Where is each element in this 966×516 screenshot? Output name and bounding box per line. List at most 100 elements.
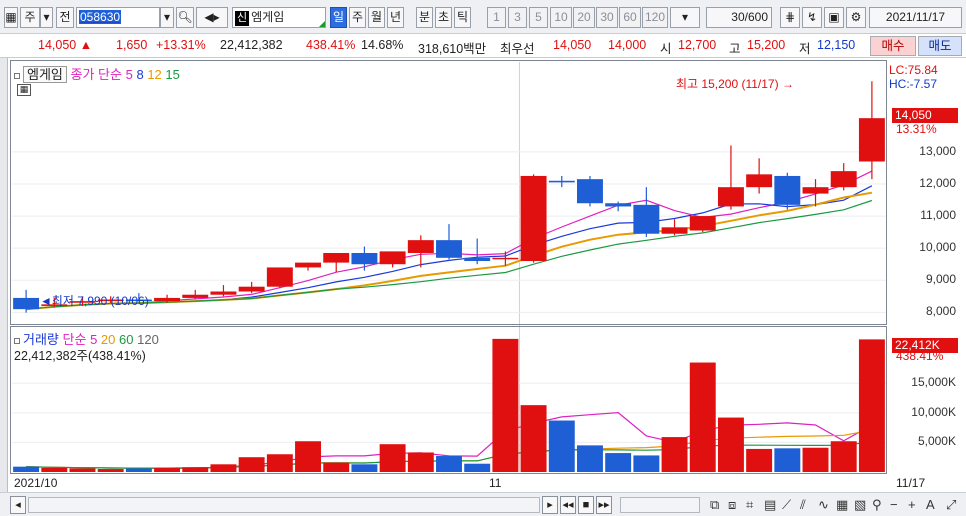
layout-icon[interactable]: ▦ [4,7,18,28]
draw-icon[interactable]: ↯ [802,7,822,28]
legend-box-icon [14,337,20,344]
zoom-slider[interactable] [620,497,700,513]
zoom-in-icon[interactable]: + [908,497,916,512]
copy-icon[interactable]: ⧈ [728,497,736,513]
search-icon[interactable]: 🔍︎ [176,7,194,28]
font-size-icon[interactable]: A [926,497,935,512]
count-total: /600 [744,10,768,24]
price-ma-8: 8 [136,67,144,82]
tab-minute[interactable]: 분 [416,7,433,28]
current-price-tag: 14,050 [892,108,958,123]
right-arrow-icon: → [781,77,794,91]
minute-30[interactable]: 30 [596,7,618,28]
sell-button[interactable]: 매도 [918,36,962,56]
zoom-out-icon[interactable]: − [890,497,898,512]
chart-size-icon[interactable]: ⤢ [946,497,956,513]
tab-tick[interactable]: 틱 [454,7,471,28]
current-volume-pct: 438.41% [896,349,944,363]
image-icon[interactable]: ▧ [854,497,866,513]
x-label-end: 11/17 [896,476,926,490]
count-value: 30 [731,10,745,24]
minute-60[interactable]: 60 [619,7,641,28]
grid-icon[interactable]: ▦ [836,497,848,513]
horizontal-scrollbar[interactable] [28,497,540,513]
stepper-icon[interactable]: ◀▸ [196,7,228,28]
high-price: 15,200 [747,38,786,52]
low-label: 저 [799,42,811,56]
minute-20[interactable]: 20 [573,7,595,28]
print-icon[interactable]: ▤ [764,497,776,513]
wave-icon[interactable]: ∿ [818,497,829,513]
minute-120[interactable]: 120 [642,7,668,28]
price-tick-label: 8,000 [925,304,956,319]
price-ma-12: 12 [147,67,162,82]
corner-marker-icon [319,21,325,27]
date-input[interactable]: 2021/11/17 [869,7,962,28]
minute-5[interactable]: 5 [529,7,548,28]
buy-button[interactable]: 매수 [870,36,916,56]
volume-tick-label: 10,000K [911,404,956,419]
play-icon[interactable]: ▸ [542,496,558,514]
price-ma-label: 종가 단순 [70,67,122,82]
indicator-icon[interactable]: ⋕ [780,7,800,28]
tab-daily[interactable]: 일 [330,7,347,28]
stop-icon[interactable]: ■ [578,496,594,514]
price-tick-label: 11,000 [920,208,956,223]
open-price: 12,700 [678,38,717,52]
save-icon[interactable]: ▣ [824,7,844,28]
x-label-mid: 11 [489,476,502,490]
volume-ratio: 438.41% [306,38,356,52]
scroll-left-icon[interactable]: ◂ [10,496,26,514]
price-legend-name[interactable]: 엠게임 [23,66,67,83]
price-tick-label: 9,000 [925,272,956,287]
type-select[interactable]: 주 [20,7,40,28]
tab-yearly[interactable]: 년 [387,7,404,28]
volume-tick-label: 5,000K [917,434,956,449]
price-change-pct: +13.31% [156,38,206,52]
legend-box-icon [14,72,20,79]
gear-icon[interactable]: ⚙ [846,7,866,28]
current-price-pct: 13.31% [896,122,937,136]
code-dropdown-icon[interactable]: ▾ [160,7,174,28]
trend-icon[interactable]: ⟋ [782,497,791,513]
stock-code-value: 058630 [79,10,122,24]
stock-code-input[interactable]: 058630 [76,7,160,28]
crosshair-icon[interactable]: ⌗ [746,497,753,513]
tab-monthly[interactable]: 월 [368,7,385,28]
minute-10[interactable]: 10 [550,7,572,28]
low-annotation: ◄최저 7,990 (10/06) [40,294,149,308]
hc-label: HC:-7.57 [889,77,938,91]
price-tick-label: 13,000 [919,143,956,158]
chevron-down-icon[interactable]: ▾ [40,7,53,28]
best-label: 최우선 [500,42,535,56]
stock-name-field: 신 엠게임 [232,7,326,28]
prefix-button[interactable]: 전 [56,7,74,28]
minute-1[interactable]: 1 [487,7,506,28]
turnover-rate: 14.68% [361,38,404,52]
price-tick-label: 12,000 [919,175,956,190]
count-input[interactable]: 30/600 [706,7,772,28]
volume-tick-label: 15,000K [911,375,956,390]
table-icon[interactable]: ▦ [17,84,31,96]
x-label-start: 2021/10 [14,476,58,490]
zoom-box-icon[interactable]: ⧉ [710,497,719,513]
price-ma-5: 5 [125,67,133,82]
tab-second[interactable]: 초 [435,7,452,28]
price-legend: 엠게임 종가 단순 5 8 12 15 [14,64,180,83]
minute-3[interactable]: 3 [508,7,527,28]
rewind-icon[interactable]: ◂◂ [560,496,576,514]
credit-badge: 신 [235,11,250,26]
price-change: 1,650 [116,38,148,52]
high-label: 고 [729,42,741,56]
lc-label: LC:75.84 [889,63,938,77]
minute-dropdown[interactable]: ▾ [670,7,700,28]
volume-value: 22,412,382 [220,38,283,52]
tab-weekly[interactable]: 주 [349,7,366,28]
search-icon-bottom[interactable]: ⚲ [872,497,882,513]
forward-icon[interactable]: ▸▸ [596,496,612,514]
toolbar: ▦ 주 ▾ 전 058630 ▾ 🔍︎ ◀▸ 신 엠게임 일 주 월 년 분 초 … [0,0,966,34]
high-annotation: 최고 15,200 (11/17) → [676,77,794,91]
fib-icon[interactable]: ⫽ [800,497,806,513]
price-ma-15: 15 [165,67,180,82]
left-arrow-icon: ◄ [40,294,52,308]
